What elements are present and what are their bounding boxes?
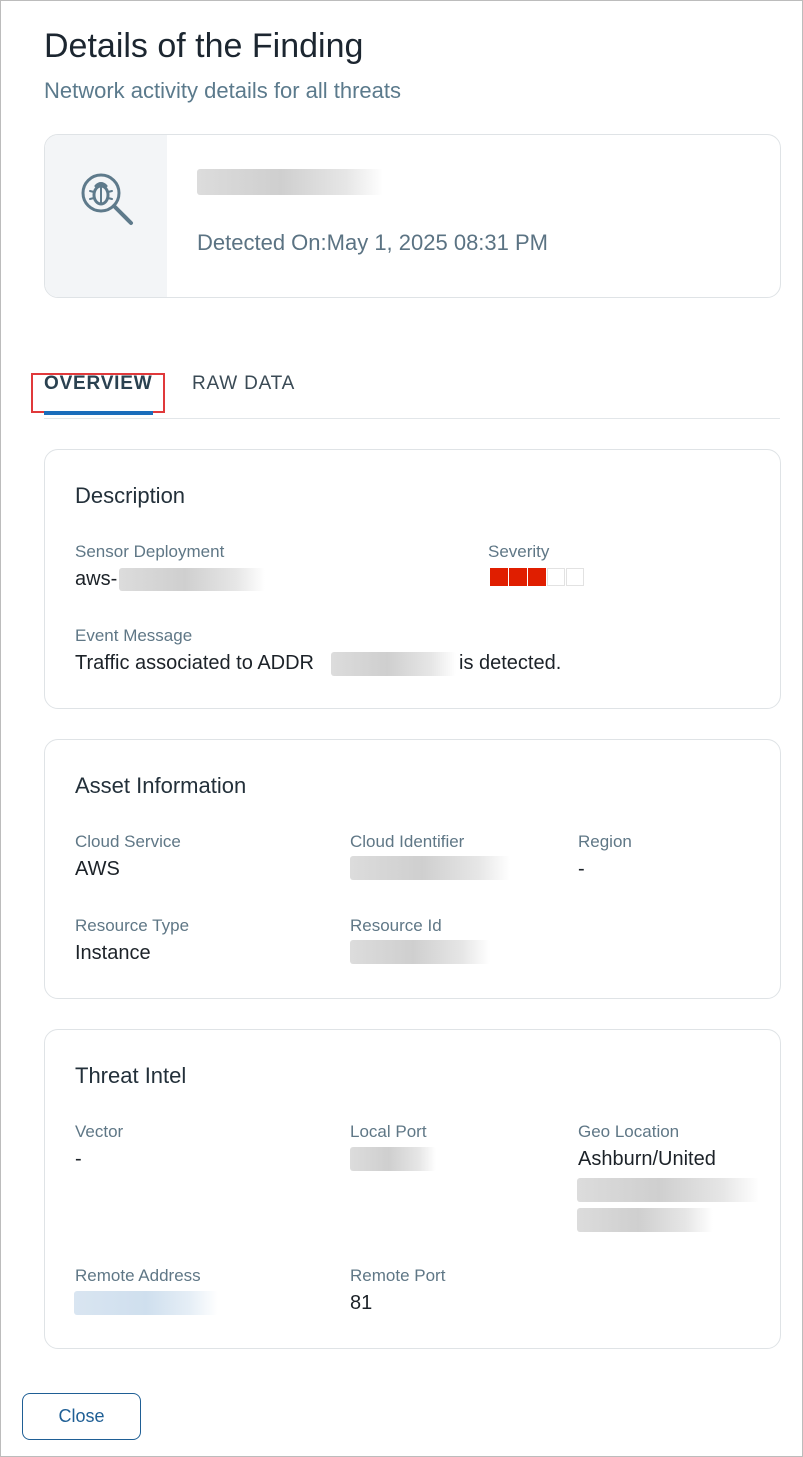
cloud-identifier-redacted [350, 856, 510, 880]
sensor-deployment-value: aws- [75, 568, 118, 590]
severity-meter [490, 568, 584, 586]
remote-port-value: 81 [350, 1292, 373, 1314]
asset-information-title: Asset Information [75, 773, 247, 798]
vector-label: Vector [75, 1122, 124, 1141]
remote-address-redacted [74, 1291, 218, 1315]
resource-id-redacted [350, 940, 490, 964]
detected-on: Detected On:May 1, 2025 08:31 PM [197, 230, 548, 256]
resource-type-label: Resource Type [75, 916, 190, 935]
finding-summary-card: Detected On:May 1, 2025 08:31 PM [44, 134, 781, 298]
cloud-service-value: AWS [75, 858, 120, 880]
detected-label: Detected On: [197, 230, 327, 255]
resource-id-label: Resource Id [350, 916, 442, 935]
description-title: Description [75, 483, 186, 508]
bug-search-icon [81, 173, 133, 225]
event-message-label: Event Message [75, 626, 193, 645]
severity-segment-empty [547, 568, 565, 586]
tab-raw-data-label: RAW DATA [192, 373, 296, 394]
severity-segment-filled [490, 568, 508, 586]
tab-overview[interactable]: OVERVIEW [31, 373, 165, 413]
tab-bar: OVERVIEW RAW DATA [31, 363, 780, 419]
severity-segment-filled [509, 568, 527, 586]
severity-segment-filled [528, 568, 546, 586]
asset-information-card: Asset Information Cloud Service AWS Clou… [44, 739, 781, 999]
page-title: Details of the Finding [44, 27, 364, 65]
description-card: Description Sensor Deployment aws- Sever… [44, 449, 781, 709]
geo-location-redacted-line-1 [577, 1178, 759, 1202]
local-port-label: Local Port [350, 1122, 427, 1141]
sensor-deployment-redacted [119, 568, 265, 591]
local-port-redacted [350, 1147, 436, 1171]
region-value: - [578, 858, 585, 880]
finding-name-redacted [197, 169, 383, 195]
remote-port-label: Remote Port [350, 1266, 446, 1285]
active-tab-indicator [44, 411, 153, 415]
tab-raw-data[interactable]: RAW DATA [192, 373, 295, 395]
cloud-service-label: Cloud Service [75, 832, 181, 851]
sensor-deployment-label: Sensor Deployment [75, 542, 225, 561]
resource-type-value: Instance [75, 942, 151, 964]
remote-address-label: Remote Address [75, 1266, 201, 1285]
threat-intel-title: Threat Intel [75, 1063, 187, 1088]
cloud-identifier-label: Cloud Identifier [350, 832, 465, 851]
finding-details-panel: Details of the Finding Network activity … [0, 0, 803, 1457]
geo-location-label: Geo Location [578, 1122, 680, 1141]
event-address-redacted [331, 652, 456, 676]
geo-location-value: Ashburn/United [578, 1148, 716, 1170]
severity-segment-empty [566, 568, 584, 586]
close-button[interactable]: Close [22, 1393, 141, 1440]
detected-value: May 1, 2025 08:31 PM [326, 230, 548, 255]
geo-location-redacted-line-2 [577, 1208, 713, 1232]
region-label: Region [578, 832, 632, 851]
finding-icon-box [45, 135, 167, 297]
event-message-prefix: Traffic associated to ADDR [75, 652, 314, 674]
severity-label: Severity [488, 542, 550, 561]
vector-value: - [75, 1148, 82, 1170]
page-subtitle: Network activity details for all threats [44, 78, 402, 103]
threat-intel-card: Threat Intel Vector - Local Port Geo Loc… [44, 1029, 781, 1349]
tab-overview-label: OVERVIEW [44, 373, 153, 394]
event-message-suffix: is detected. [459, 652, 562, 674]
